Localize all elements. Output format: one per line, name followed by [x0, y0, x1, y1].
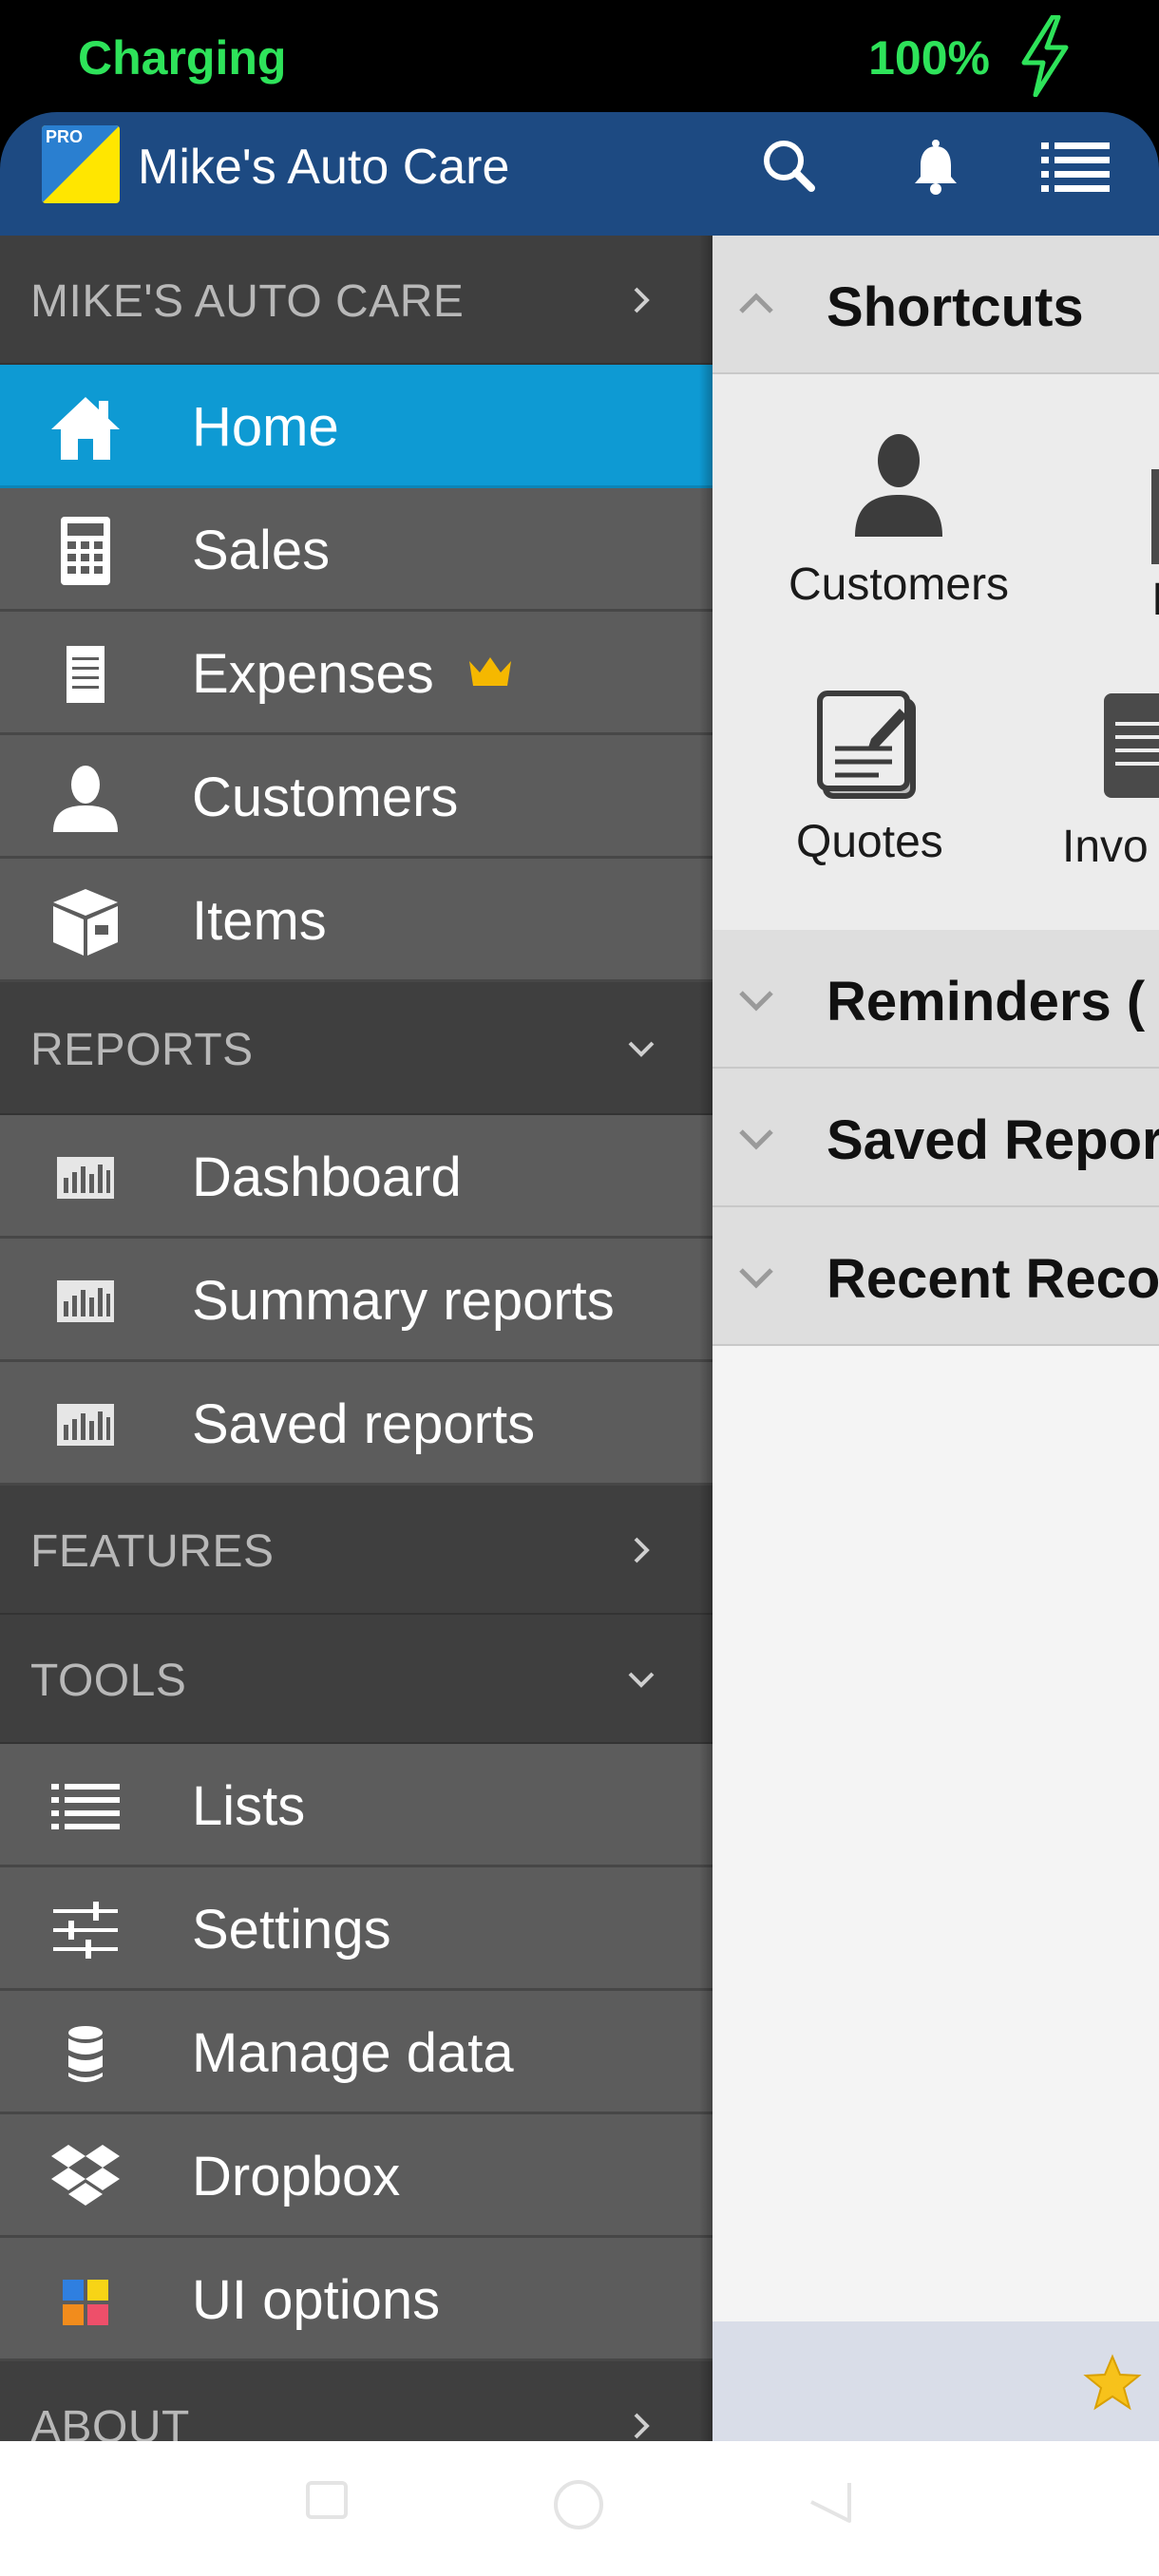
chevron-down-icon: [739, 1268, 773, 1289]
drawer-item-saved-reports[interactable]: Saved reports: [0, 1362, 712, 1486]
drawer-item-items[interactable]: Items: [0, 859, 712, 982]
bar-chart-icon: [57, 1157, 114, 1199]
drawer-item-sales[interactable]: Sales: [0, 488, 712, 612]
pro-badge: PRO: [46, 127, 84, 146]
battery-level: 100%: [868, 31, 990, 85]
section-title: TOOLS: [30, 1656, 187, 1706]
person-icon: [53, 766, 118, 832]
shortcuts-header[interactable]: Shortcuts: [712, 236, 1159, 374]
drawer-item-dashboard[interactable]: Dashboard: [0, 1115, 712, 1239]
chevron-down-icon: [628, 1672, 655, 1688]
saved-reports-header[interactable]: Saved Repor: [712, 1069, 1159, 1207]
drawer-item-home[interactable]: Home: [0, 365, 712, 488]
drawer-item-label: Items: [192, 890, 327, 952]
section-title: FEATURES: [30, 1526, 275, 1577]
saved-reports-title: Saved Repor: [826, 1109, 1159, 1171]
chevron-right-icon: [634, 2413, 650, 2439]
chevron-down-icon: [628, 1041, 655, 1057]
crown-icon: [469, 657, 511, 686]
box-icon: [53, 889, 118, 956]
shortcut-customers[interactable]: Customers: [788, 426, 1009, 611]
business-section-header[interactable]: MIKE'S AUTO CARE: [0, 236, 712, 365]
receipt-icon: [66, 646, 104, 703]
system-navigation-bar: [0, 2441, 1159, 2576]
home-nav-icon[interactable]: [549, 2475, 608, 2534]
quote-document-icon: [817, 691, 917, 799]
shortcut-partial-label: I: [1151, 575, 1159, 625]
notification-bell-icon[interactable]: [898, 129, 974, 205]
drawer-item-label: Dropbox: [192, 2146, 401, 2207]
drawer-item-label: UI options: [192, 2269, 441, 2331]
drawer-item-label: Summary reports: [192, 1270, 615, 1332]
drawer-item-label: Manage data: [192, 2022, 514, 2084]
list-icon: [51, 1784, 120, 1829]
drawer-item-settings[interactable]: Settings: [0, 1867, 712, 1991]
database-icon: [68, 2026, 103, 2082]
charging-bolt-icon: [1021, 15, 1069, 97]
charging-status: Charging: [78, 31, 287, 85]
drawer-item-expenses[interactable]: Expenses: [0, 612, 712, 735]
recent-records-title: Recent Reco: [826, 1248, 1159, 1310]
shortcuts-grid: Customers I Quotes Invo: [712, 374, 1159, 930]
chevron-right-icon: [634, 287, 650, 313]
chevron-up-icon: [739, 293, 773, 313]
reminders-header[interactable]: Reminders (: [712, 930, 1159, 1069]
bar-chart-icon: [57, 1404, 114, 1446]
section-title: ABOUT: [30, 2402, 190, 2441]
search-icon[interactable]: [752, 129, 828, 205]
drawer-item-dropbox[interactable]: Dropbox: [0, 2114, 712, 2238]
bar-chart-icon: [57, 1280, 114, 1322]
navigation-drawer: MIKE'S AUTO CARE Home Sales Expenses Cus…: [0, 236, 712, 2441]
drawer-item-label: Expenses: [192, 643, 434, 705]
drawer-item-manage-data[interactable]: Manage data: [0, 1991, 712, 2114]
drawer-item-label: Home: [192, 396, 339, 458]
chevron-down-icon: [739, 1129, 773, 1150]
tools-section-header[interactable]: TOOLS: [0, 1615, 712, 1744]
bottom-banner[interactable]: [712, 2321, 1159, 2441]
sliders-icon: [53, 1902, 118, 1959]
drawer-item-lists[interactable]: Lists: [0, 1744, 712, 1867]
features-section-header[interactable]: FEATURES: [0, 1486, 712, 1615]
section-title: MIKE'S AUTO CARE: [30, 276, 465, 327]
drawer-item-summary-reports[interactable]: Summary reports: [0, 1239, 712, 1362]
shortcut-quotes[interactable]: Quotes: [796, 688, 943, 868]
dropbox-icon: [51, 2145, 120, 2206]
shortcut-label: Quotes: [796, 817, 943, 867]
drawer-item-label: Lists: [192, 1775, 306, 1837]
reminders-title: Reminders (: [826, 971, 1146, 1032]
drawer-item-label: Customers: [192, 767, 459, 828]
home-icon: [51, 397, 120, 460]
recent-apps-icon[interactable]: [302, 2475, 352, 2525]
app-title: Mike's Auto Care: [138, 140, 510, 195]
drawer-item-ui-options[interactable]: UI options: [0, 2238, 712, 2361]
section-title: REPORTS: [30, 1025, 254, 1075]
drawer-item-label: Dashboard: [192, 1146, 462, 1208]
home-content: Shortcuts Customers I Quotes Invo Remind…: [712, 236, 1159, 2441]
back-nav-icon[interactable]: [804, 2475, 857, 2529]
calculator-icon: [61, 517, 110, 585]
recent-records-header[interactable]: Recent Reco: [712, 1207, 1159, 1346]
status-bar: Charging 100%: [0, 0, 1159, 114]
app-logo: PRO: [42, 125, 120, 203]
person-icon: [855, 434, 943, 537]
drawer-edge-shadow: [699, 236, 712, 2441]
shortcut-label[interactable]: Invo: [1062, 821, 1149, 873]
drawer-item-customers[interactable]: Customers: [0, 735, 712, 859]
app-bar: PRO Mike's Auto Care: [0, 112, 1159, 236]
drawer-item-label: Sales: [192, 520, 331, 581]
reports-section-header[interactable]: REPORTS: [0, 982, 712, 1115]
drawer-item-label: Saved reports: [192, 1393, 536, 1455]
drawer-item-label: Settings: [192, 1899, 391, 1960]
list-menu-icon[interactable]: [1037, 129, 1113, 205]
shortcut-partial-icon: [1151, 469, 1159, 564]
chevron-right-icon: [634, 1537, 650, 1563]
palette-icon: [63, 2280, 108, 2325]
shortcuts-title: Shortcuts: [826, 276, 1084, 338]
shortcut-label: Customers: [788, 559, 1010, 610]
invoice-document-icon: [1104, 693, 1159, 798]
about-section-header[interactable]: ABOUT: [0, 2361, 712, 2441]
star-icon: [1083, 2354, 1142, 2411]
chevron-down-icon: [739, 991, 773, 1012]
